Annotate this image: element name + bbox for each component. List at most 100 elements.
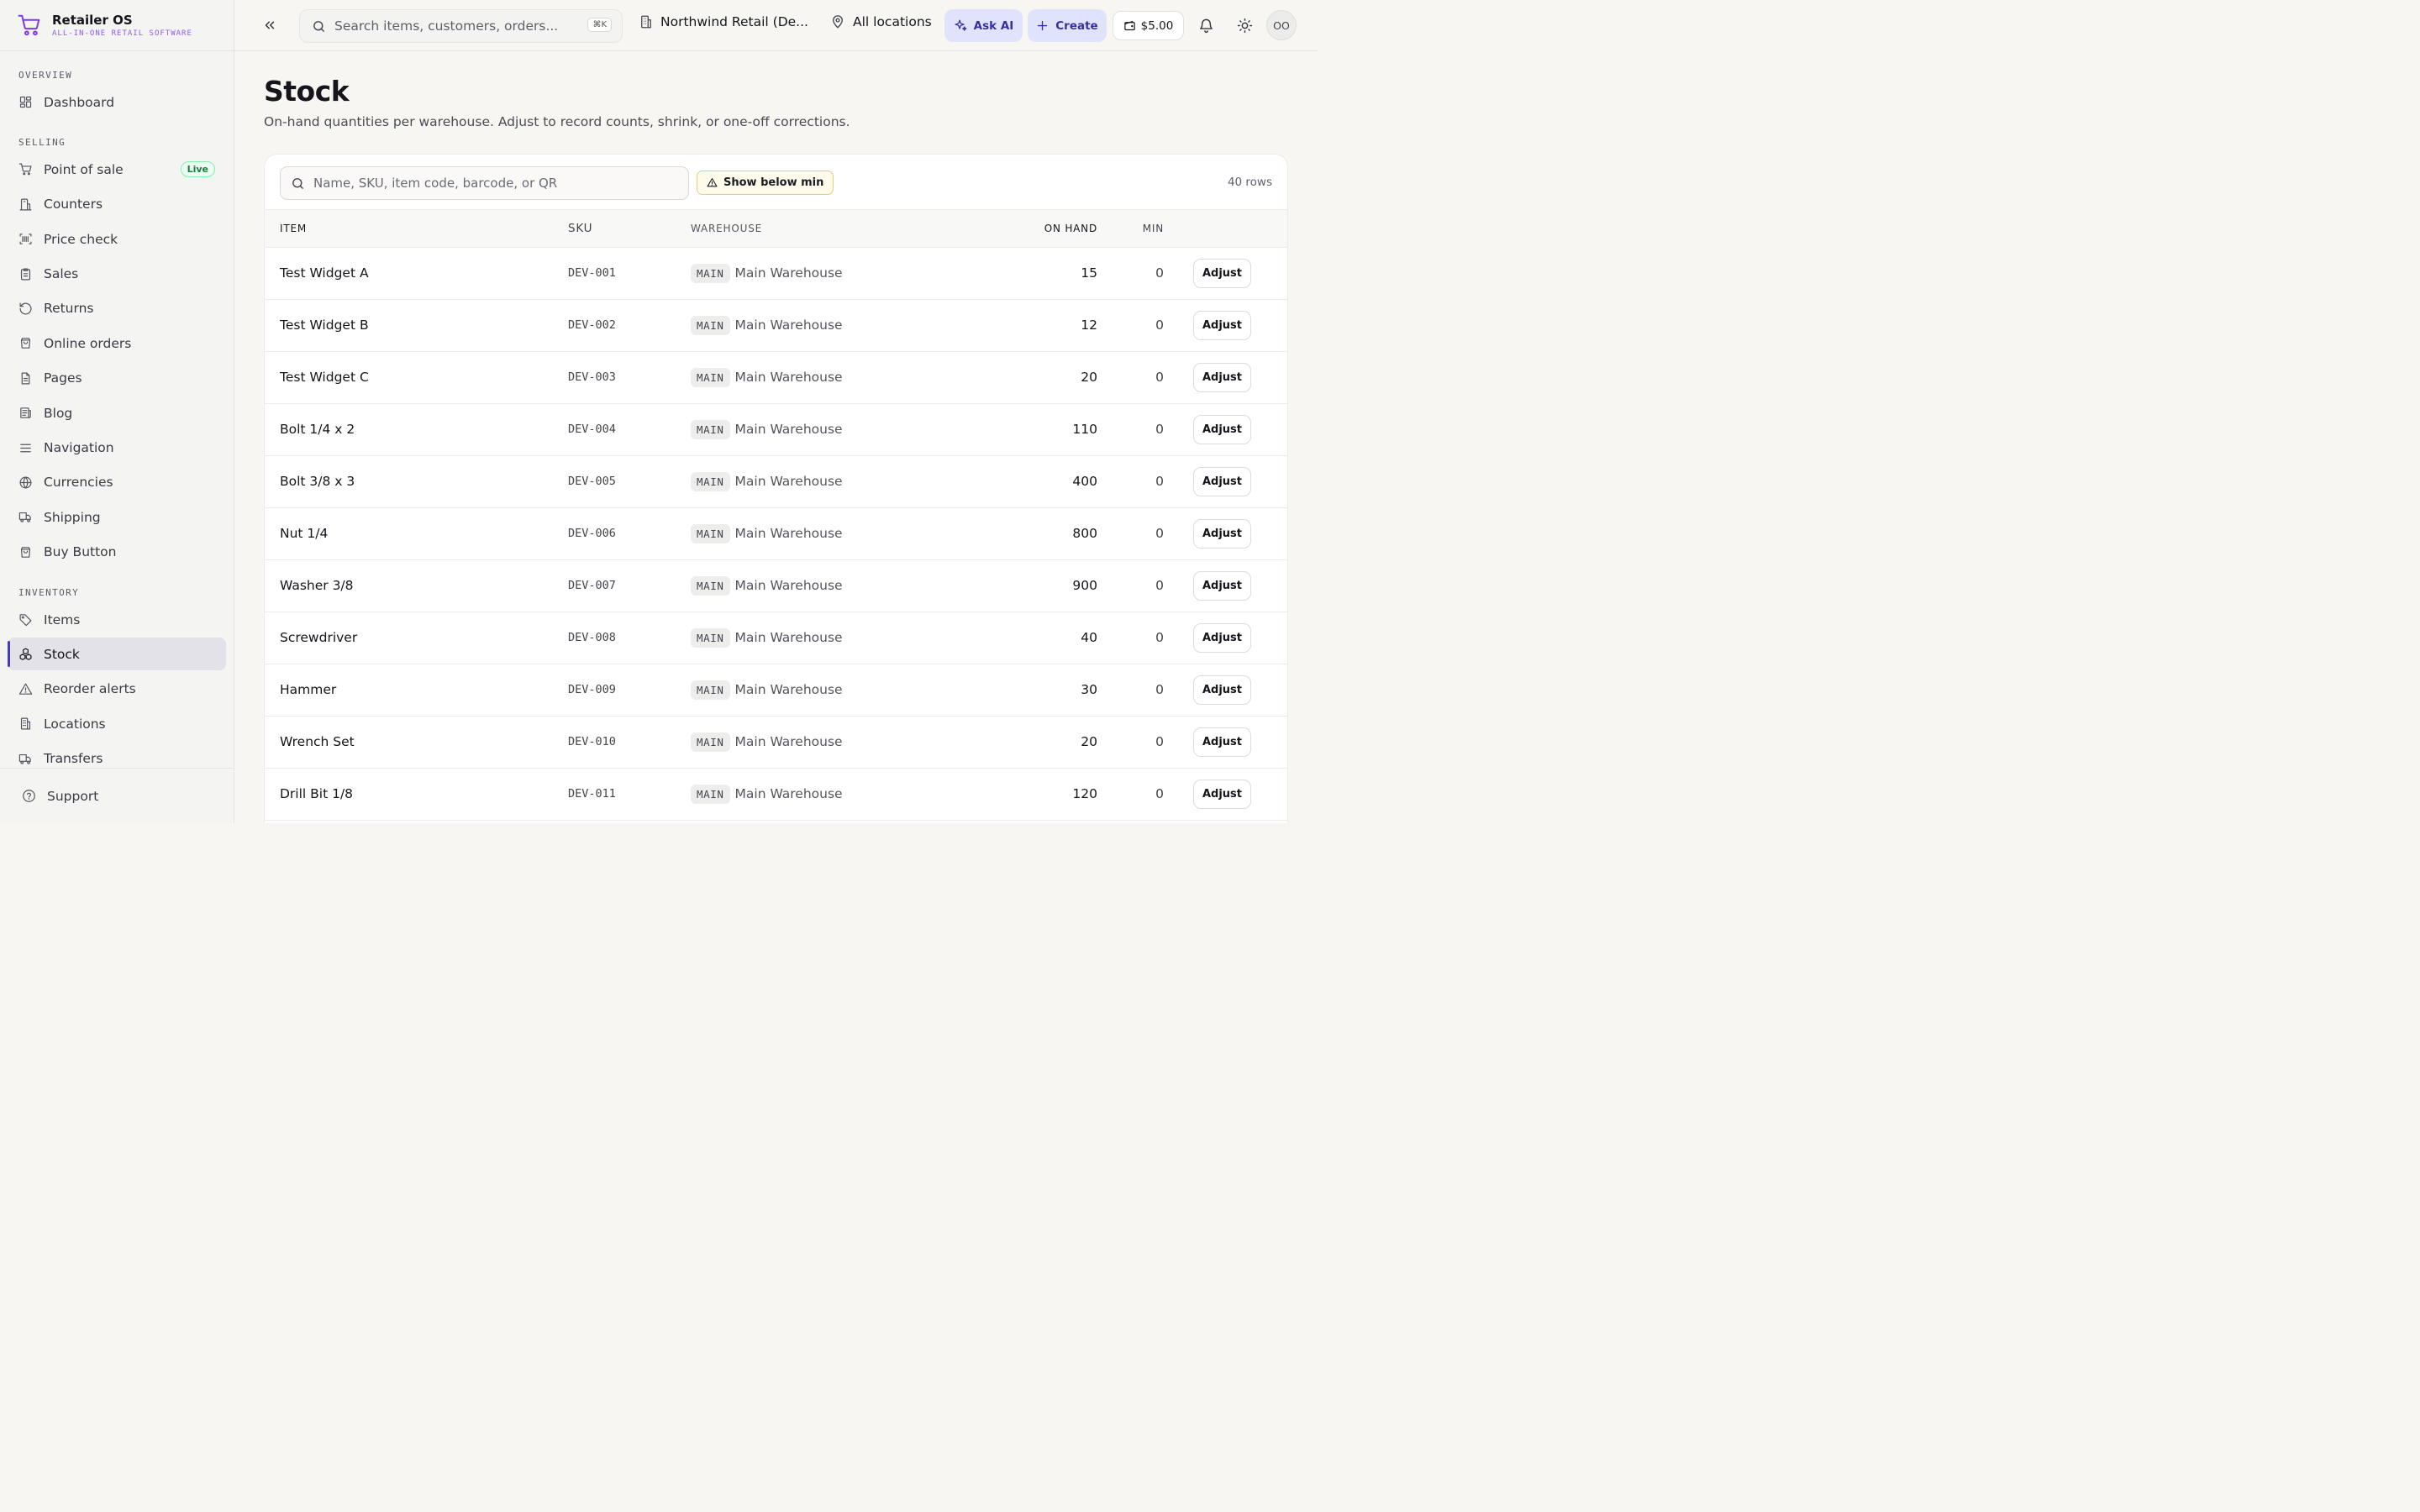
adjust-button[interactable]: Adjust	[1193, 258, 1251, 288]
adjust-button[interactable]: Adjust	[1193, 622, 1251, 653]
sidebar-item-items[interactable]: Items	[8, 603, 226, 636]
sidebar-item-label: Blog	[44, 405, 73, 421]
page-description: On-hand quantities per warehouse. Adjust…	[264, 114, 850, 129]
sidebar-item-label: Sales	[44, 266, 79, 282]
table-row[interactable]: Drill Bit 1/8 DEV-011 MAIN Main Warehouse 12…	[265, 768, 1287, 820]
collapse-sidebar-icon[interactable]	[262, 18, 277, 33]
stock-search[interactable]	[280, 166, 689, 200]
sidebar-item-point-of-sale[interactable]: Point of sale Live	[8, 153, 226, 186]
table-row[interactable]: Bolt 1/4 x 2 DEV-004 MAIN Main Warehouse 110…	[265, 403, 1287, 455]
column-header-item[interactable]: ITEM	[265, 210, 568, 247]
bell-icon[interactable]	[1198, 18, 1214, 34]
min-qty: 0	[1155, 474, 1164, 489]
section-label-overview: OVERVIEW	[18, 70, 73, 81]
sidebar-item-price-check[interactable]: Price check	[8, 223, 226, 255]
global-search-input[interactable]	[334, 18, 587, 34]
sidebar-item-sales[interactable]: Sales	[8, 258, 226, 291]
item-name: Drill Bit 1/8	[280, 786, 354, 801]
sidebar-item-label: Support	[47, 788, 99, 804]
item-sku: DEV-001	[568, 266, 616, 280]
sidebar-item-label: Items	[44, 612, 81, 627]
sidebar-item-locations[interactable]: Locations	[8, 707, 226, 740]
warehouse-name: Main Warehouse	[734, 733, 843, 749]
table-row[interactable]: Test Widget B DEV-002 MAIN Main Warehouse 12…	[265, 299, 1287, 351]
create-button[interactable]: Create	[1028, 9, 1107, 42]
stock-search-input[interactable]	[313, 176, 675, 191]
table-row[interactable]: Screwdriver DEV-008 MAIN Main Warehouse 40 0 A…	[265, 612, 1287, 664]
sidebar-item-returns[interactable]: Returns	[8, 292, 226, 325]
boxes-icon	[19, 648, 32, 661]
warehouse-cell: MAIN Main Warehouse	[691, 299, 943, 351]
avatar[interactable]: OO	[1266, 10, 1297, 40]
adjust-button[interactable]: Adjust	[1193, 466, 1251, 496]
sidebar-item-shipping[interactable]: Shipping	[8, 501, 226, 533]
adjust-button[interactable]: Adjust	[1193, 362, 1251, 392]
item-sku: DEV-009	[568, 683, 616, 696]
column-header-min[interactable]: MIN	[1097, 210, 1164, 247]
sidebar-item-currencies[interactable]: Currencies	[8, 466, 226, 499]
table-row[interactable]: Wrench Set DEV-010 MAIN Main Warehouse 20 0 Ad…	[265, 716, 1287, 768]
item-sku: DEV-005	[568, 475, 616, 488]
organization-name: Northwind Retail (De...	[660, 14, 808, 29]
sidebar-item-label: Buy Button	[44, 544, 117, 560]
sidebar-item-label: Locations	[44, 716, 106, 732]
wallet-button[interactable]: $5.00	[1113, 11, 1184, 40]
sidebar-item-online-orders[interactable]: Online orders	[8, 327, 226, 360]
table-row[interactable]: Test Widget C DEV-003 MAIN Main Warehouse 20…	[265, 351, 1287, 403]
adjust-button[interactable]: Adjust	[1193, 675, 1251, 705]
adjust-button[interactable]: Adjust	[1193, 779, 1251, 809]
sidebar-item-transfers[interactable]: Transfers	[8, 743, 226, 768]
sidebar-item-pages[interactable]: Pages	[8, 362, 226, 395]
adjust-button[interactable]: Adjust	[1193, 310, 1251, 340]
sun-icon[interactable]	[1237, 18, 1253, 34]
sidebar-item-navigation[interactable]: Navigation	[8, 432, 226, 465]
warehouse-cell: MAIN Main Warehouse	[691, 664, 943, 716]
cart-logo-icon	[18, 14, 40, 36]
warehouse-name: Main Warehouse	[734, 525, 843, 541]
topbar: ⌘K Northwind Retail (De... All locations…	[234, 0, 1318, 51]
brand[interactable]: Retailer OS ALL-IN-ONE RETAIL SOFTWARE	[0, 0, 234, 51]
sidebar-item-reorder-alerts[interactable]: Reorder alerts	[8, 673, 226, 706]
table-row[interactable]: Washer 3/8 DEV-007 MAIN Main Warehouse 900 0 A…	[265, 559, 1287, 612]
sidebar-item-stock[interactable]: Stock	[8, 638, 226, 671]
organization-switcher[interactable]: Northwind Retail (De...	[639, 14, 808, 29]
min-qty: 0	[1155, 318, 1164, 333]
adjust-button[interactable]: Adjust	[1193, 727, 1251, 757]
table-row[interactable]: Nut 1/4 DEV-006 MAIN Main Warehouse 800 0 Adju…	[265, 507, 1287, 559]
item-sku: DEV-011	[568, 787, 616, 801]
warehouse-name: Main Warehouse	[734, 785, 843, 801]
warehouse-name: Main Warehouse	[734, 265, 843, 281]
column-header-actions	[1164, 210, 1287, 247]
adjust-button[interactable]: Adjust	[1193, 570, 1251, 601]
sidebar-item-support[interactable]: Support	[0, 768, 234, 823]
show-below-min-button[interactable]: Show below min	[697, 171, 834, 195]
table-row[interactable]: Bolt 3/8 x 3 DEV-005 MAIN Main Warehouse 400…	[265, 455, 1287, 507]
plus-icon	[1038, 20, 1048, 31]
item-sku: DEV-007	[568, 579, 616, 592]
sparkles-icon	[955, 19, 967, 31]
table-row[interactable]: Test Widget A DEV-001 MAIN Main Warehouse 15…	[265, 247, 1287, 299]
warehouse-code: MAIN	[691, 732, 730, 752]
table-row[interactable]: Hammer DEV-009 MAIN Main Warehouse 30 0 Adjust	[265, 664, 1287, 716]
on-hand-qty: 20	[1081, 370, 1097, 385]
column-header-warehouse[interactable]: WAREHOUSE	[691, 210, 943, 247]
clipboard-icon	[20, 268, 31, 281]
ask-ai-button[interactable]: Ask AI	[944, 9, 1023, 42]
sidebar-item-buy-button[interactable]: Buy Button	[8, 536, 226, 569]
column-header-on-hand[interactable]: ON HAND	[943, 210, 1097, 247]
sidebar-item-blog[interactable]: Blog	[8, 396, 226, 429]
item-name: Screwdriver	[280, 630, 358, 645]
on-hand-qty: 30	[1081, 682, 1097, 697]
filter-bar: Show below min 40 rows	[265, 155, 1287, 210]
adjust-button[interactable]: Adjust	[1193, 414, 1251, 444]
column-header-sku[interactable]: SKU	[568, 210, 691, 247]
sidebar-item-counters[interactable]: Counters	[8, 188, 226, 221]
brand-subtitle: ALL-IN-ONE RETAIL SOFTWARE	[52, 29, 192, 38]
location-switcher[interactable]: All locations	[830, 14, 932, 29]
sidebar-item-dashboard[interactable]: Dashboard	[8, 86, 226, 118]
page-title: Stock	[264, 75, 350, 108]
global-search[interactable]: ⌘K	[299, 9, 623, 43]
adjust-button[interactable]: Adjust	[1193, 518, 1251, 549]
item-sku: DEV-008	[568, 631, 616, 644]
